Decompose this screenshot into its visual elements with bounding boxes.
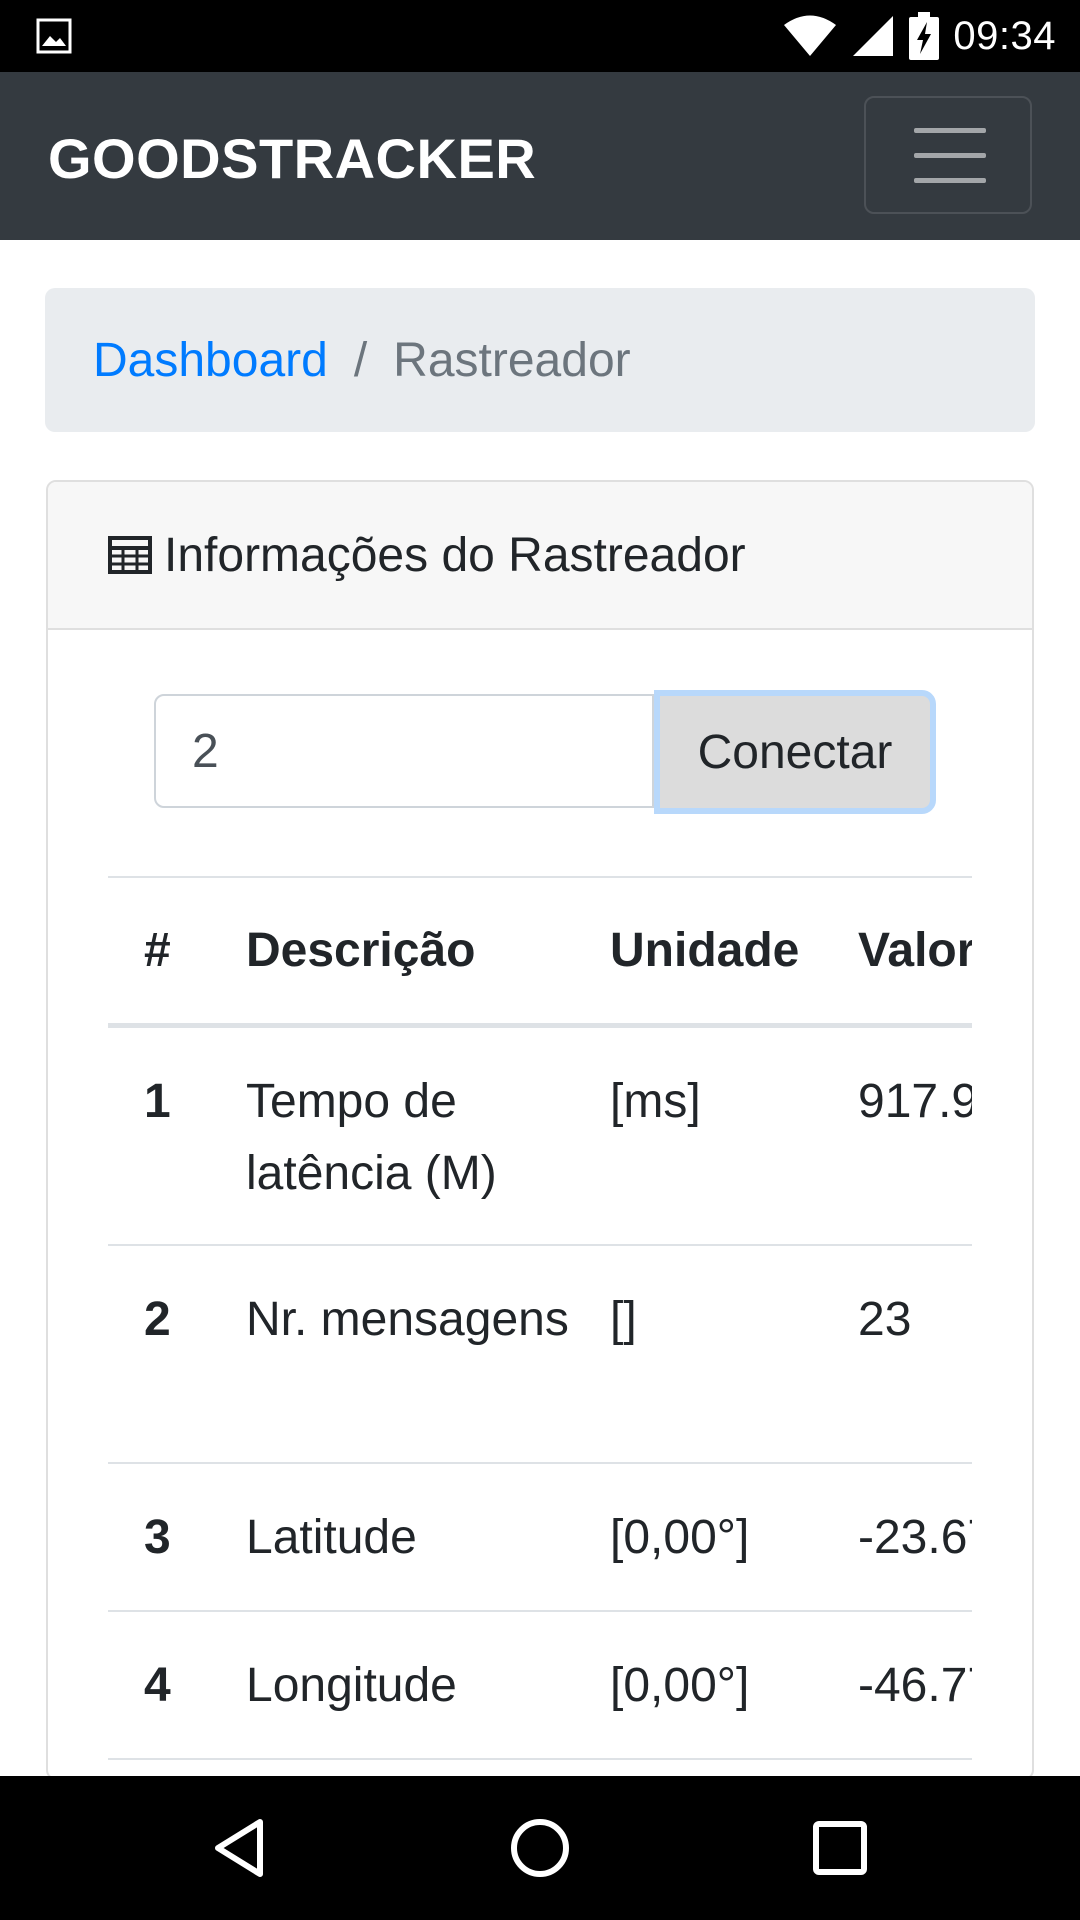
cell-description: Latitude	[246, 1462, 610, 1611]
table-icon	[108, 536, 152, 574]
wifi-icon	[784, 15, 837, 56]
recents-icon[interactable]	[804, 1812, 876, 1884]
status-icons: 09:34	[783, 0, 1056, 72]
status-time: 09:34	[953, 13, 1056, 58]
cell-number: 3	[108, 1462, 246, 1611]
back-icon[interactable]	[204, 1812, 276, 1884]
cell-number: 1	[108, 1024, 246, 1245]
cell-value: -23.67	[858, 1462, 972, 1611]
battery-charging-icon	[909, 12, 940, 60]
table-header-row: # Descrição Unidade Valor	[108, 876, 972, 1028]
tracker-table: # Descrição Unidade Valor 1 Tempo de lat…	[108, 876, 972, 1778]
breadcrumb-link-dashboard[interactable]: Dashboard	[93, 333, 328, 388]
cell-description: Tempo de latência (M)	[246, 1024, 610, 1245]
card-title: Informações do Rastreador	[164, 528, 746, 582]
cell-description: Nr. mensagens	[246, 1244, 610, 1463]
signal-icon	[853, 16, 894, 56]
column-header-value: Valor	[858, 876, 972, 1028]
breadcrumb: Dashboard / Rastreador	[45, 288, 1035, 432]
column-header-unit: Unidade	[610, 876, 858, 1028]
home-icon[interactable]	[504, 1812, 576, 1884]
cell-unit: [0,00°]	[610, 1462, 858, 1611]
cell-unit: [0,00°]	[610, 1610, 858, 1759]
cell-value: -46.77	[858, 1610, 972, 1759]
card-header: Informações do Rastreador	[48, 482, 1032, 630]
cell-value: 23	[858, 1244, 972, 1463]
cell-value: 917.9	[858, 1024, 972, 1245]
cell-unit: []	[610, 1244, 858, 1463]
cell-description: Longitude	[246, 1610, 610, 1759]
connect-input-group: Conectar	[154, 690, 936, 814]
status-bar: 09:34	[0, 0, 1080, 72]
tracker-info-card: Informações do Rastreador Conectar # Des…	[46, 480, 1034, 1780]
table-row: 2 Nr. mensagens [] 23	[108, 1244, 972, 1463]
cell-number: 2	[108, 1244, 246, 1463]
connect-button[interactable]: Conectar	[654, 690, 936, 814]
column-header-number: #	[108, 876, 246, 1028]
brand-logo-text[interactable]: GOODSTRACKER	[48, 126, 536, 191]
navbar-toggler-button[interactable]	[864, 96, 1032, 214]
tracker-id-input[interactable]	[154, 694, 654, 808]
breadcrumb-separator: /	[353, 333, 368, 387]
image-icon	[36, 18, 72, 54]
cell-unit: [ms]	[610, 1024, 858, 1245]
tracker-table-wrapper[interactable]: # Descrição Unidade Valor 1 Tempo de lat…	[108, 876, 972, 1778]
breadcrumb-active-item: Rastreador	[393, 333, 631, 387]
column-header-description: Descrição	[246, 876, 610, 1028]
table-row: 3 Latitude [0,00°] -23.67	[108, 1462, 972, 1611]
android-navigation-bar	[0, 1776, 1080, 1920]
table-row: 4 Longitude [0,00°] -46.77	[108, 1610, 972, 1759]
navbar: GOODSTRACKER	[0, 72, 1080, 240]
cell-number: 4	[108, 1610, 246, 1759]
table-row: 1 Tempo de latência (M) [ms] 917.9	[108, 1024, 972, 1245]
